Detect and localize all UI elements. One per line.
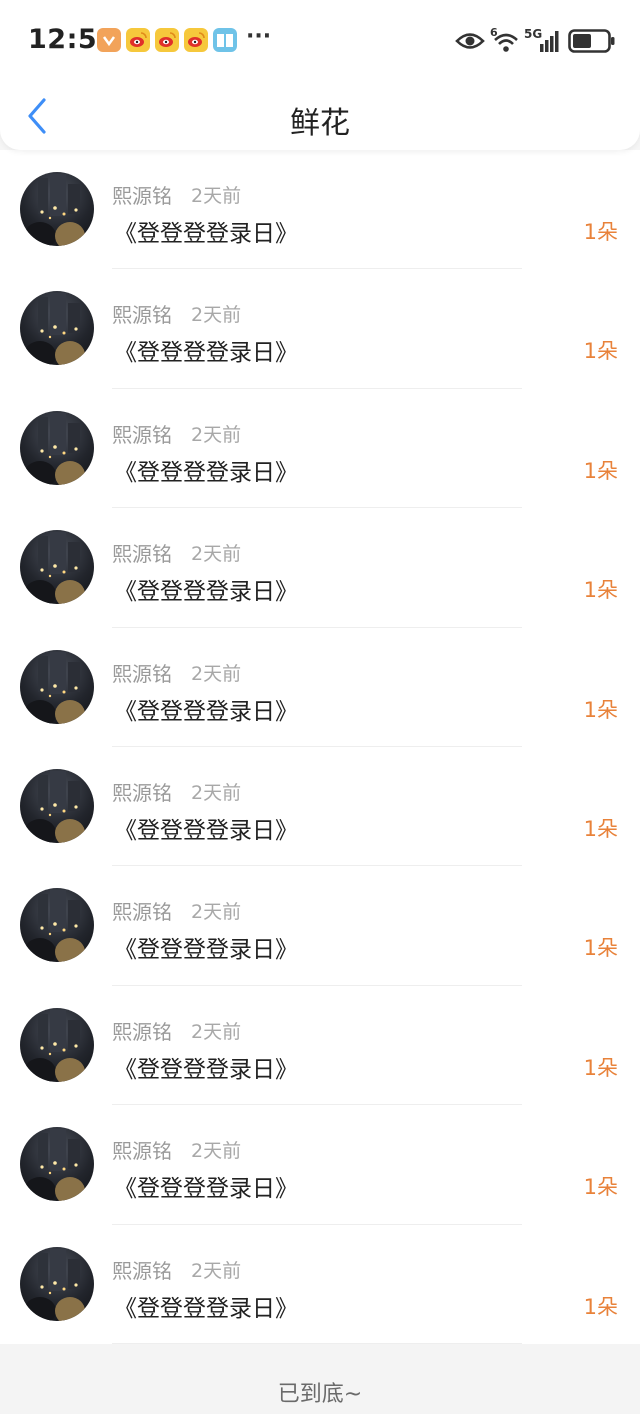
item-subject: 《登登登登录日》 [114, 459, 298, 486]
sender-name: 熙源铭 [112, 780, 172, 805]
flower-list: 熙源铭 2天前 《登登登登录日》 1朵 熙源铭 2天前 《登登登登录日》 1朵 [0, 150, 640, 1344]
sender-name: 熙源铭 [112, 303, 172, 328]
reader-app-icon [213, 28, 237, 52]
more-notifications-icon: ··· [246, 24, 272, 49]
list-item[interactable]: 熙源铭 2天前 《登登登登录日》 1朵 [0, 508, 640, 628]
flower-count: 1朵 [583, 697, 618, 722]
list-item[interactable]: 熙源铭 2天前 《登登登登录日》 1朵 [0, 1225, 640, 1344]
flower-count: 1朵 [583, 578, 618, 603]
flower-count: 1朵 [583, 816, 618, 841]
avatar[interactable] [20, 1127, 94, 1202]
list-item[interactable]: 熙源铭 2天前 《登登登登录日》 1朵 [0, 628, 640, 747]
time-ago: 2天前 [191, 901, 242, 924]
list-item[interactable]: 熙源铭 2天前 《登登登登录日》 1朵 [0, 747, 640, 867]
flower-count: 1朵 [583, 339, 618, 364]
shield-app-icon [97, 28, 121, 52]
svg-text:5G: 5G [524, 27, 542, 41]
list-end-footer: 已到底~ [0, 1344, 640, 1414]
time-ago: 2天前 [191, 185, 242, 207]
list-item[interactable]: 熙源铭 2天前 《登登登登录日》 1朵 [0, 986, 640, 1106]
avatar[interactable] [20, 291, 94, 366]
sender-name: 熙源铭 [112, 1019, 172, 1044]
list-item[interactable]: 熙源铭 2天前 《登登登登录日》 1朵 [0, 1105, 640, 1225]
battery-icon [568, 29, 616, 57]
avatar[interactable] [20, 649, 94, 724]
flower-count: 1朵 [583, 220, 618, 244]
item-subject: 《登登登登录日》 [114, 1056, 298, 1083]
item-subject: 《登登登登录日》 [114, 698, 298, 725]
sender-name: 熙源铭 [112, 900, 172, 925]
time-ago: 2天前 [191, 662, 242, 685]
avatar[interactable] [20, 1007, 94, 1082]
sender-name: 熙源铭 [112, 1139, 172, 1164]
avatar[interactable] [20, 888, 94, 963]
eye-icon [455, 30, 485, 56]
flower-count: 1朵 [583, 1055, 618, 1080]
item-subject: 《登登登登录日》 [114, 1176, 298, 1203]
item-subject: 《登登登登录日》 [114, 221, 298, 247]
flower-count: 1朵 [583, 458, 618, 483]
time-ago: 2天前 [191, 304, 242, 327]
item-subject: 《登登登登录日》 [114, 817, 298, 844]
avatar[interactable] [20, 410, 94, 485]
page-title: 鲜花 [290, 106, 350, 141]
sender-name: 熙源铭 [112, 661, 172, 686]
list-item[interactable]: 熙源铭 2天前 《登登登登录日》 1朵 [0, 269, 640, 389]
sender-name: 熙源铭 [112, 422, 172, 447]
status-bar: 12:53 ··· 6 5G [0, 0, 640, 84]
sender-name: 熙源铭 [112, 184, 172, 208]
avatar[interactable] [20, 1246, 94, 1321]
item-subject: 《登登登登录日》 [114, 1295, 298, 1322]
weibo-icon [184, 28, 208, 52]
weibo-icon [126, 28, 150, 52]
time-ago: 2天前 [191, 423, 242, 446]
avatar[interactable] [20, 530, 94, 605]
time-ago: 2天前 [191, 543, 242, 566]
avatar[interactable] [20, 172, 94, 246]
time-ago: 2天前 [191, 781, 242, 804]
weibo-icon [155, 28, 179, 52]
wifi-icon: 6 [490, 26, 520, 58]
time-ago: 2天前 [191, 1020, 242, 1043]
list-item[interactable]: 熙源铭 2天前 《登登登登录日》 1朵 [0, 150, 640, 270]
header: 12:53 ··· 6 5G 鲜花 [0, 0, 640, 150]
item-subject: 《登登登登录日》 [114, 937, 298, 964]
sender-name: 熙源铭 [112, 542, 172, 567]
cellular-signal-icon: 5G [524, 26, 562, 58]
flower-count: 1朵 [583, 936, 618, 961]
time-ago: 2天前 [191, 1140, 242, 1163]
flower-count: 1朵 [583, 1175, 618, 1200]
end-of-list-text: 已到底~ [277, 1382, 363, 1407]
item-subject: 《登登登登录日》 [114, 340, 298, 367]
time-ago: 2天前 [191, 1259, 242, 1282]
sender-name: 熙源铭 [112, 1258, 172, 1283]
nav-bar: 鲜花 [0, 84, 640, 150]
item-subject: 《登登登登录日》 [114, 579, 298, 606]
list-item[interactable]: 熙源铭 2天前 《登登登登录日》 1朵 [0, 389, 640, 509]
list-item[interactable]: 熙源铭 2天前 《登登登登录日》 1朵 [0, 866, 640, 986]
avatar[interactable] [20, 768, 94, 843]
flower-count: 1朵 [583, 1294, 618, 1319]
